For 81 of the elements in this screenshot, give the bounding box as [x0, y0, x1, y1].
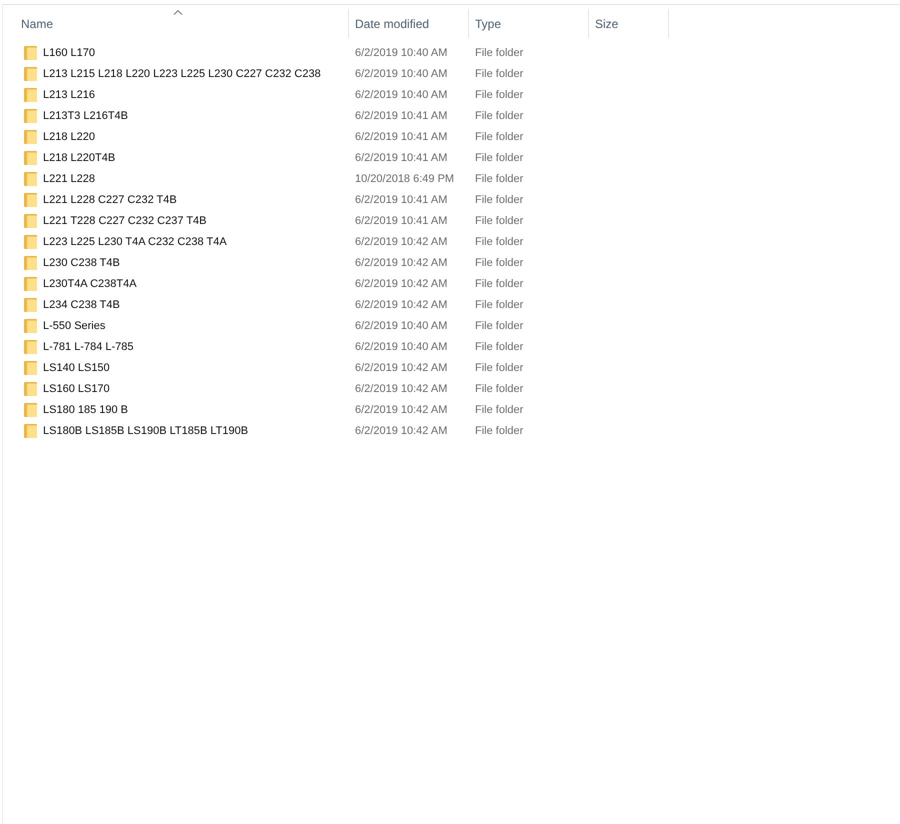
file-type-text: File folder — [475, 68, 524, 80]
folder-name[interactable]: LS180B LS185B LS190B LT185B LT190B — [43, 424, 248, 436]
folder-name[interactable]: L221 T228 C227 C232 C237 T4B — [43, 214, 206, 226]
folder-name[interactable]: L160 L170 — [43, 46, 95, 58]
column-header[interactable]: Type — [469, 9, 589, 38]
folder-icon — [24, 298, 37, 312]
date-modified-text: 6/2/2019 10:42 AM — [355, 404, 448, 416]
folder-icon — [24, 130, 37, 144]
date-modified-text: 6/2/2019 10:42 AM — [355, 424, 448, 436]
folder-icon — [24, 318, 37, 332]
folder-name[interactable]: L230T4A C238T4A — [43, 278, 137, 290]
folder-icon — [24, 382, 37, 396]
date-modified-text: 6/2/2019 10:41 AM — [355, 110, 448, 122]
file-type-text: File folder — [475, 172, 524, 184]
file-type-text: File folder — [475, 320, 524, 332]
date-modified-text: 6/2/2019 10:42 AM — [355, 298, 448, 310]
folder-name[interactable]: L218 L220 — [43, 130, 95, 142]
folder-icon — [24, 340, 37, 354]
file-type-text: File folder — [475, 382, 524, 394]
date-modified-text: 6/2/2019 10:42 AM — [355, 278, 448, 290]
file-type-text: File folder — [475, 214, 524, 226]
folder-icon — [24, 214, 37, 228]
date-modified-text: 6/2/2019 10:41 AM — [355, 194, 448, 206]
file-type-text: File folder — [475, 298, 524, 310]
file-type-text: File folder — [475, 278, 524, 290]
column-header[interactable]: Name — [3, 9, 349, 38]
date-modified-text: 6/2/2019 10:42 AM — [355, 236, 448, 248]
file-type-text: File folder — [475, 236, 524, 248]
folder-name[interactable]: L213 L216 — [43, 88, 95, 100]
folder-name[interactable]: LS180 185 190 B — [43, 404, 128, 416]
date-modified-text: 6/2/2019 10:42 AM — [355, 362, 448, 374]
folder-icon — [24, 360, 37, 374]
folder-icon — [24, 402, 37, 416]
folder-name[interactable]: L221 L228 — [43, 172, 95, 184]
file-type-text: File folder — [475, 404, 524, 416]
folder-name[interactable]: L221 L228 C227 C232 T4B — [43, 194, 177, 206]
folder-name[interactable]: LS160 LS170 — [43, 382, 110, 394]
folder-name[interactable]: L-550 Series — [43, 320, 106, 332]
file-type-text: File folder — [475, 194, 524, 206]
file-type-text: File folder — [475, 340, 524, 352]
date-modified-text: 6/2/2019 10:41 AM — [355, 130, 448, 142]
file-type-text: File folder — [475, 152, 524, 164]
folder-name[interactable]: L234 C238 T4B — [43, 298, 120, 310]
folder-icon — [24, 192, 37, 206]
folder-icon — [24, 88, 37, 102]
date-modified-text: 6/2/2019 10:40 AM — [355, 68, 448, 80]
folder-name[interactable]: L213 L215 L218 L220 L223 L225 L230 C227 C232 C238 — [43, 68, 321, 80]
date-modified-text: 6/2/2019 10:42 AM — [355, 382, 448, 394]
date-modified-text: 6/2/2019 10:42 AM — [355, 256, 448, 268]
file-type-text: File folder — [475, 46, 524, 58]
folder-icon — [24, 172, 37, 186]
folder-icon — [24, 424, 37, 438]
date-modified-text: 6/2/2019 10:40 AM — [355, 340, 448, 352]
folder-icon — [24, 108, 37, 122]
folder-name[interactable]: L213T3 L216T4B — [43, 110, 128, 122]
folder-icon — [24, 234, 37, 248]
date-modified-text: 6/2/2019 10:41 AM — [355, 152, 448, 164]
column-header[interactable]: Date modified — [349, 9, 469, 38]
date-modified-text: 6/2/2019 10:41 AM — [355, 214, 448, 226]
file-type-text: File folder — [475, 110, 524, 122]
folder-icon — [24, 256, 37, 270]
folder-name[interactable]: L218 L220T4B — [43, 152, 116, 164]
folder-icon — [24, 150, 37, 164]
file-type-text: File folder — [475, 256, 524, 268]
file-type-text: File folder — [475, 88, 524, 100]
folder-icon — [24, 66, 37, 80]
folder-name[interactable]: L230 C238 T4B — [43, 256, 120, 268]
folder-icon — [24, 276, 37, 290]
folder-icon — [24, 46, 37, 60]
file-type-text: File folder — [475, 130, 524, 142]
file-type-text: File folder — [475, 424, 524, 436]
file-type-text: File folder — [475, 362, 524, 374]
date-modified-text: 6/2/2019 10:40 AM — [355, 46, 448, 58]
date-modified-text: 6/2/2019 10:40 AM — [355, 320, 448, 332]
folder-name[interactable]: L-781 L-784 L-785 — [43, 340, 134, 352]
sort-caret-icon — [173, 10, 182, 15]
date-modified-text: 10/20/2018 6:49 PM — [355, 172, 454, 184]
column-header[interactable]: Size — [589, 9, 669, 38]
folder-name[interactable]: L223 L225 L230 T4A C232 C238 T4A — [43, 236, 227, 248]
folder-name[interactable]: LS140 LS150 — [43, 362, 110, 374]
date-modified-text: 6/2/2019 10:40 AM — [355, 88, 448, 100]
